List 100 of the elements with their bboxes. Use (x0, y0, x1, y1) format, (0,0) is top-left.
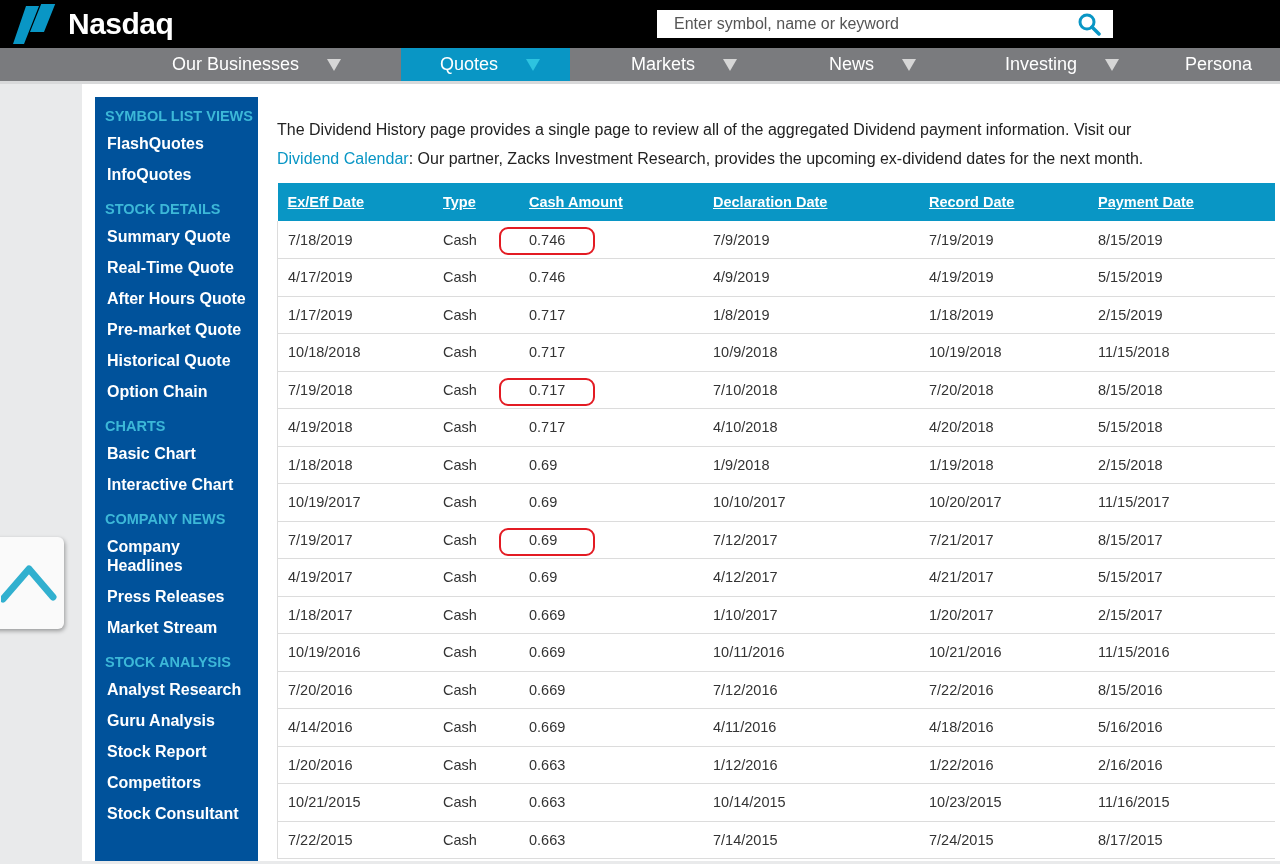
section-heading: STOCK ANALYSIS (105, 653, 231, 672)
table-cell: 10/14/2015 (703, 783, 919, 821)
table-cell: 7/19/2018 (277, 371, 433, 409)
sidebar-link[interactable]: Guru Analysis (107, 711, 247, 730)
table-cell: 0.663 (519, 783, 703, 821)
table-cell: Cash (433, 821, 519, 859)
table-cell: Cash (433, 333, 519, 371)
table-cell: Cash (433, 746, 519, 784)
search-field[interactable]: Enter symbol, name or keyword (657, 10, 1113, 38)
table-cell: 10/20/2017 (919, 483, 1088, 521)
table-cell: 5/15/2019 (1088, 258, 1275, 296)
sidebar-link[interactable]: Basic Chart (107, 444, 247, 463)
sidebar-link[interactable]: Option Chain (107, 382, 247, 401)
table-cell: 8/17/2015 (1088, 821, 1275, 859)
sidebar-link[interactable]: Interactive Chart (107, 475, 247, 494)
table-cell: 4/19/2019 (919, 258, 1088, 296)
table-cell: 0.669 (519, 596, 703, 634)
table-cell: 4/10/2018 (703, 408, 919, 446)
table-cell: 11/16/2015 (1088, 783, 1275, 821)
table-cell: 8/15/2016 (1088, 671, 1275, 709)
table-cell: 11/15/2016 (1088, 633, 1275, 671)
table-cell: Cash (433, 596, 519, 634)
table-cell: 10/19/2016 (277, 633, 433, 671)
sidebar-link[interactable]: FlashQuotes (107, 134, 247, 153)
caret-icon (526, 58, 541, 71)
table-cell: 4/19/2017 (277, 558, 433, 596)
table-cell: 4/12/2017 (703, 558, 919, 596)
table-cell: 7/22/2016 (919, 671, 1088, 709)
sidebar-link[interactable]: Press Releases (107, 587, 247, 606)
table-cell: 2/16/2016 (1088, 746, 1275, 784)
logo-text: Nasdaq (68, 7, 174, 41)
caret-icon (327, 58, 342, 71)
table-cell: Cash (433, 296, 519, 334)
table-cell: 1/9/2018 (703, 446, 919, 484)
table-cell: 0.69 (519, 521, 703, 559)
table-cell: 10/11/2016 (703, 633, 919, 671)
sidebar-link[interactable]: Stock Consultant (107, 804, 247, 823)
table-cell: Cash (433, 708, 519, 746)
nav-tab[interactable]: Our Businesses (133, 48, 401, 81)
table-cell: 4/18/2016 (919, 708, 1088, 746)
table-cell: Cash (433, 371, 519, 409)
table-cell: 2/15/2017 (1088, 596, 1275, 634)
caret-icon (1105, 58, 1120, 71)
table-cell: 0.746 (519, 221, 703, 259)
table-cell: 1/22/2016 (919, 746, 1088, 784)
nav-tab[interactable]: Markets (592, 48, 790, 81)
table-cell: 1/20/2017 (919, 596, 1088, 634)
sidebar-link[interactable]: Historical Quote (107, 351, 247, 370)
table-cell: 4/19/2018 (277, 408, 433, 446)
intro-text: The Dividend History page provides a single page to review all of the aggregated Dividend payment information. Visit our Dividend Calendar: Our partner, Zacks Investment Research, provides the upcoming ex-dividend dates for the next month. (277, 120, 1145, 169)
table-cell: 7/21/2017 (919, 521, 1088, 559)
sidebar-link[interactable]: Pre-market Quote (107, 320, 247, 339)
table-cell: 10/19/2017 (277, 483, 433, 521)
sidebar-link[interactable]: Company Headlines (107, 537, 247, 575)
table-cell: Cash (433, 783, 519, 821)
sidebar-link[interactable]: Summary Quote (107, 227, 247, 246)
nav-tab[interactable]: News (790, 48, 966, 81)
table-cell: Cash (433, 671, 519, 709)
table-cell: 10/21/2016 (919, 633, 1088, 671)
table-cell: 7/18/2019 (277, 221, 433, 259)
table-cell: 5/16/2016 (1088, 708, 1275, 746)
sidebar-link[interactable]: Stock Report (107, 742, 247, 761)
table-cell: 1/18/2017 (277, 596, 433, 634)
table-cell: 1/8/2019 (703, 296, 919, 334)
sidebar-link[interactable]: Competitors (107, 773, 247, 792)
table-cell: 7/19/2017 (277, 521, 433, 559)
table-cell: 1/12/2016 (703, 746, 919, 784)
table-cell: 7/20/2016 (277, 671, 433, 709)
sidebar-link[interactable]: After Hours Quote (107, 289, 247, 308)
table-cell: 11/15/2017 (1088, 483, 1275, 521)
table-cell: 0.717 (519, 296, 703, 334)
table-cell: 0.663 (519, 746, 703, 784)
sidebar-link[interactable]: Real-Time Quote (107, 258, 247, 277)
table-cell: 0.669 (519, 671, 703, 709)
table-cell: 0.746 (519, 258, 703, 296)
table-cell: 1/17/2019 (277, 296, 433, 334)
table-cell: 7/9/2019 (703, 221, 919, 259)
table-cell: Cash (433, 221, 519, 259)
sidebar-link[interactable]: Analyst Research (107, 680, 247, 699)
sidebar-link[interactable]: Market Stream (107, 618, 247, 637)
nav-tab[interactable]: Investing (966, 48, 1146, 81)
section-heading: CHARTS (105, 417, 166, 436)
sidebar-link[interactable]: InfoQuotes (107, 165, 247, 184)
table-cell: 2/15/2019 (1088, 296, 1275, 334)
table-cell: 7/20/2018 (919, 371, 1088, 409)
table-cell: 7/19/2019 (919, 221, 1088, 259)
table-cell: 4/14/2016 (277, 708, 433, 746)
table-cell: Cash (433, 483, 519, 521)
table-cell: 1/19/2018 (919, 446, 1088, 484)
table-cell: 1/18/2019 (919, 296, 1088, 334)
table-cell: 10/10/2017 (703, 483, 919, 521)
table-cell: 8/15/2019 (1088, 221, 1275, 259)
table-cell: 10/23/2015 (919, 783, 1088, 821)
back-to-top-button[interactable] (0, 537, 64, 629)
table-cell: 10/21/2015 (277, 783, 433, 821)
table-cell: 11/15/2018 (1088, 333, 1275, 371)
nav-tab[interactable]: Persona (1146, 48, 1253, 81)
table-cell: 2/15/2018 (1088, 446, 1275, 484)
section-heading: SYMBOL LIST VIEWS (105, 107, 253, 126)
search-icon[interactable] (1077, 12, 1101, 36)
